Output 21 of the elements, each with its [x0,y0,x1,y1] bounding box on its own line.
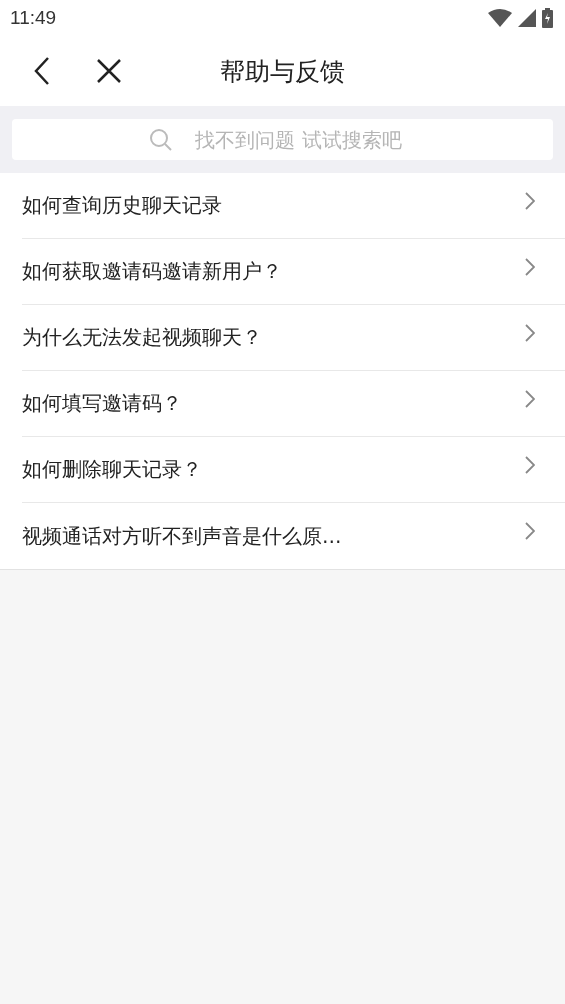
search-field[interactable]: 找不到问题 试试搜索吧 [12,119,553,160]
chevron-right-icon [525,323,535,342]
question-item[interactable]: 视频通话对方听不到声音是什么原… [22,503,565,569]
question-item[interactable]: 如何填写邀请码？ [22,371,565,437]
question-item[interactable]: 如何删除聊天记录？ [22,437,565,503]
search-icon [149,128,173,152]
question-item[interactable]: 为什么无法发起视频聊天？ [22,305,565,371]
chevron-right-icon [525,191,535,210]
status-time: 11:49 [10,7,57,29]
question-item[interactable]: 如何查询历史聊天记录 [22,173,565,239]
back-button[interactable] [32,56,52,86]
page-title: 帮助与反馈 [220,56,345,86]
wifi-icon [488,9,512,27]
close-button[interactable] [96,58,122,84]
chevron-right-icon [525,522,535,540]
chevron-right-icon [525,257,535,276]
question-item[interactable]: 如何获取邀请码邀请新用户？ [22,239,565,305]
signal-icon [518,9,536,27]
battery-icon [542,8,553,28]
chevron-right-icon [525,455,535,474]
chevron-right-icon [525,389,535,408]
